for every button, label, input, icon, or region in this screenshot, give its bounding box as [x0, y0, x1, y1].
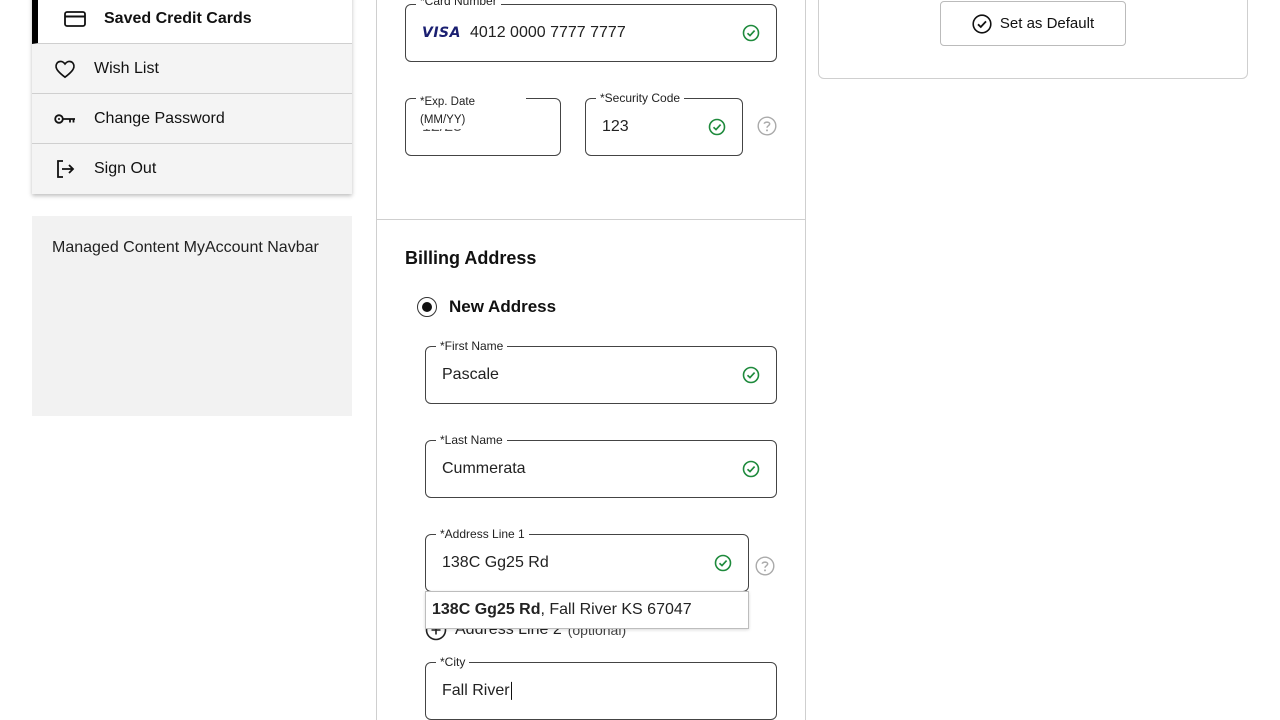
- valid-check-icon: [742, 24, 760, 42]
- valid-check-icon: [742, 366, 760, 384]
- city-value-wrap: Fall River: [442, 681, 512, 700]
- security-code-label: *Security Code: [596, 90, 685, 106]
- city-label: *City: [436, 654, 470, 670]
- security-code-field[interactable]: *Security Code 123: [585, 90, 743, 156]
- security-code-value: 123: [602, 118, 629, 135]
- first-name-label: *First Name: [436, 338, 508, 354]
- new-address-radio-row[interactable]: New Address: [417, 297, 556, 317]
- new-address-radio[interactable]: [417, 297, 437, 317]
- nav-item-label: Saved Credit Cards: [104, 9, 252, 27]
- card-number-label: *Card Number: [416, 0, 501, 9]
- help-icon[interactable]: [755, 556, 775, 576]
- card-number-value: 4012 0000 7777 7777: [470, 24, 626, 41]
- nav-item-saved-credit-cards[interactable]: Saved Credit Cards: [32, 0, 352, 44]
- nav-item-label: Wish List: [94, 59, 159, 77]
- address-line-1-label: *Address Line 1: [436, 526, 529, 542]
- nav-item-change-password[interactable]: Change Password: [32, 94, 352, 144]
- heart-icon: [54, 58, 76, 80]
- suggestion-match: 138C Gg25 Rd: [432, 601, 541, 618]
- account-nav: Saved Credit Cards Wish List Change Pass…: [32, 0, 352, 194]
- last-name-field[interactable]: *Last Name Cummerata: [425, 432, 777, 498]
- card-number-field[interactable]: *Card Number VISA 4012 0000 7777 7777: [405, 0, 777, 62]
- address-line-1-value: 138C Gg25 Rd: [442, 554, 549, 571]
- nav-item-sign-out[interactable]: Sign Out: [32, 144, 352, 194]
- check-circle-icon: [972, 13, 992, 34]
- suggestion-rest: , Fall River KS 67047: [540, 601, 692, 618]
- exp-date-label: *Exp. Date (MM/YY): [416, 93, 526, 129]
- managed-content-block: Managed Content MyAccount Navbar: [32, 216, 352, 416]
- radio-selected-dot: [422, 302, 432, 312]
- sign-out-icon: [54, 158, 76, 180]
- nav-item-wish-list[interactable]: Wish List: [32, 44, 352, 94]
- city-field[interactable]: *City Fall River: [425, 654, 777, 720]
- nav-item-label: Sign Out: [94, 160, 157, 177]
- set-as-default-button[interactable]: Set as Default: [940, 1, 1126, 46]
- new-address-label: New Address: [449, 297, 557, 316]
- billing-address-title: Billing Address: [405, 248, 537, 268]
- last-name-label: *Last Name: [436, 432, 507, 448]
- visa-logo: VISA: [422, 25, 461, 41]
- valid-check-icon: [714, 554, 732, 572]
- set-as-default-label: Set as Default: [999, 15, 1095, 32]
- section-divider: [376, 219, 806, 220]
- credit-card-icon: [64, 8, 86, 30]
- valid-check-icon: [742, 460, 760, 478]
- nav-item-label: Change Password: [94, 109, 225, 127]
- text-cursor: [510, 681, 512, 700]
- first-name-field[interactable]: *First Name Pascale: [425, 338, 777, 404]
- address-line-1-field[interactable]: *Address Line 1 138C Gg25 Rd: [425, 526, 749, 592]
- valid-check-icon: [708, 118, 726, 136]
- first-name-value: Pascale: [442, 366, 499, 383]
- city-value: Fall River: [442, 682, 510, 700]
- key-icon: [54, 108, 76, 130]
- address-suggestion[interactable]: 138C Gg25 Rd, Fall River KS 67047: [425, 591, 749, 629]
- exp-date-field[interactable]: 12/25 *Exp. Date (MM/YY): [405, 93, 561, 156]
- help-icon[interactable]: [757, 116, 777, 136]
- last-name-value: Cummerata: [442, 460, 526, 477]
